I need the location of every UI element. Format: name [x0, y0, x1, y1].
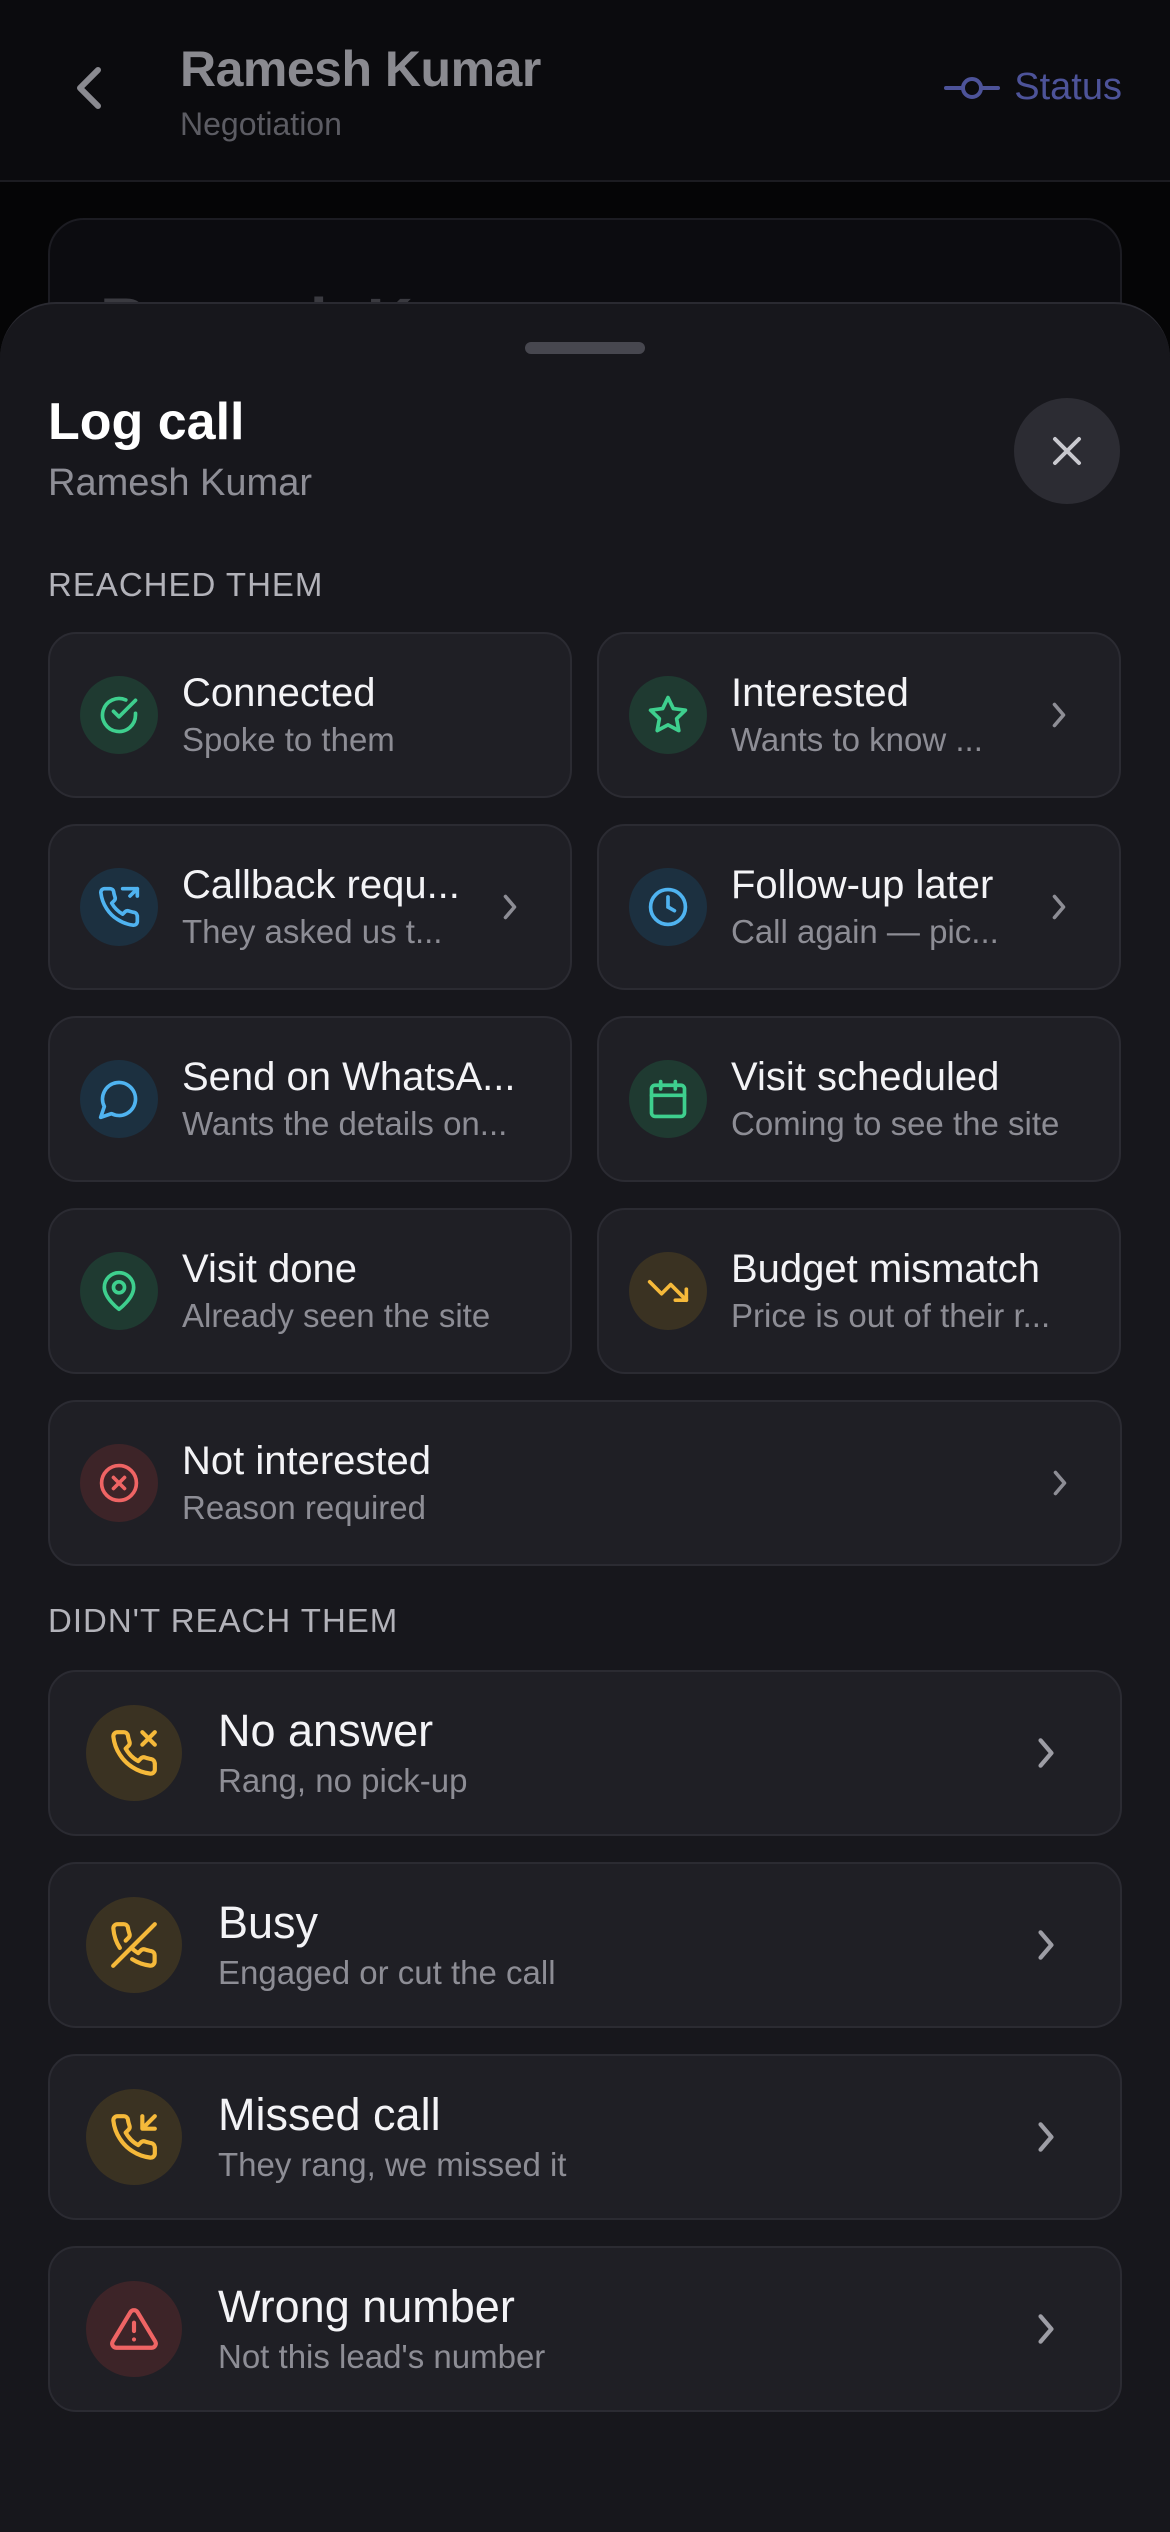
section-label-reached: REACHED THEM [48, 566, 324, 603]
outcome-desc: Reason required [182, 1488, 426, 1526]
commit-icon [944, 76, 1001, 99]
outcome-desc: They asked us t... [182, 912, 443, 950]
outcome-title: No answer [218, 1704, 434, 1756]
sheet-subtitle: Ramesh Kumar [48, 462, 312, 504]
outcome-title: Missed call [218, 2088, 441, 2140]
page-header: Ramesh Kumar Negotiation Status [0, 0, 1170, 182]
page-stage: Negotiation [180, 106, 342, 142]
outcome-connected[interactable]: Connected Spoke to them [48, 632, 572, 798]
map-pin-icon [80, 1252, 158, 1330]
calendar-icon [629, 1060, 707, 1138]
outcome-no-answer[interactable]: No answer Rang, no pick-up [48, 1670, 1122, 1836]
outcome-desc: Not this lead's number [218, 2337, 546, 2375]
outcome-desc: Wants the details on... [182, 1104, 508, 1142]
outcome-busy[interactable]: Busy Engaged or cut the call [48, 1862, 1122, 2028]
status-button[interactable]: Status [944, 66, 1122, 109]
outcome-desc: Call again — pic... [731, 912, 999, 950]
sheet-drag-handle[interactable] [525, 342, 645, 354]
chat-bubble-icon [80, 1060, 158, 1138]
outcome-title: Visit done [182, 1246, 357, 1291]
outcome-title: Follow-up later [731, 862, 994, 907]
outcome-missed-call[interactable]: Missed call They rang, we missed it [48, 2054, 1122, 2220]
chevron-right-icon [1024, 1731, 1068, 1775]
phone-x-icon [86, 1705, 182, 1801]
outcome-not-interested[interactable]: Not interested Reason required [48, 1400, 1122, 1566]
outcome-title: Wrong number [218, 2280, 515, 2332]
outcome-title: Busy [218, 1896, 319, 1948]
outcome-visit-scheduled[interactable]: Visit scheduled Coming to see the site [597, 1016, 1121, 1182]
outcome-send-on-whatsapp[interactable]: Send on WhatsA... Wants the details on... [48, 1016, 572, 1182]
chevron-right-icon [490, 887, 530, 927]
chevron-right-icon [1040, 1463, 1080, 1503]
star-icon [629, 676, 707, 754]
outcome-desc: Engaged or cut the call [218, 1953, 556, 1991]
outcome-title: Connected [182, 670, 376, 715]
outcome-desc: They rang, we missed it [218, 2145, 567, 2183]
check-circle-icon [80, 676, 158, 754]
status-label: Status [1014, 66, 1122, 108]
outcome-title: Not interested [182, 1438, 432, 1483]
outcome-desc: Rang, no pick-up [218, 1761, 468, 1799]
log-call-sheet: Log call Ramesh Kumar REACHED THEM Conne… [0, 302, 1170, 2532]
outcome-follow-up-later[interactable]: Follow-up later Call again — pic... [597, 824, 1121, 990]
page-title: Ramesh Kumar [180, 41, 541, 97]
outcome-title: Budget mismatch [731, 1246, 1041, 1291]
outcome-budget-mismatch[interactable]: Budget mismatch Price is out of their r..… [597, 1208, 1121, 1374]
chevron-right-icon [1039, 887, 1079, 927]
chevron-right-icon [1024, 2115, 1068, 2159]
warning-triangle-icon [86, 2281, 182, 2377]
back-button[interactable] [60, 58, 120, 118]
outcome-desc: Wants to know ... [731, 720, 983, 758]
chevron-right-icon [1024, 2307, 1068, 2351]
chevron-left-icon [77, 67, 101, 109]
close-icon [1053, 437, 1081, 465]
outcome-visit-done[interactable]: Visit done Already seen the site [48, 1208, 572, 1374]
outcome-desc: Spoke to them [182, 720, 395, 758]
outcome-desc: Coming to see the site [731, 1104, 1060, 1142]
outcome-title: Visit scheduled [731, 1054, 1000, 1099]
phone-off-icon [86, 1897, 182, 1993]
close-button[interactable] [1014, 398, 1120, 504]
phone-incoming-icon [86, 2089, 182, 2185]
outcome-title: Interested [731, 670, 909, 715]
clock-icon [629, 868, 707, 946]
chevron-right-icon [1039, 695, 1079, 735]
outcome-interested[interactable]: Interested Wants to know ... [597, 632, 1121, 798]
outcome-desc: Price is out of their r... [731, 1296, 1051, 1334]
outcome-title: Callback requ... [182, 862, 460, 907]
chevron-right-icon [1024, 1923, 1068, 1967]
outcome-desc: Already seen the site [182, 1296, 491, 1334]
outcome-title: Send on WhatsA... [182, 1054, 516, 1099]
outcome-callback-requested[interactable]: Callback requ... They asked us t... [48, 824, 572, 990]
trending-down-icon [629, 1252, 707, 1330]
x-circle-icon [80, 1444, 158, 1522]
sheet-title: Log call [48, 393, 245, 451]
phone-forward-icon [80, 868, 158, 946]
section-label-not-reached: DIDN'T REACH THEM [48, 1602, 399, 1639]
outcome-wrong-number[interactable]: Wrong number Not this lead's number [48, 2246, 1122, 2412]
